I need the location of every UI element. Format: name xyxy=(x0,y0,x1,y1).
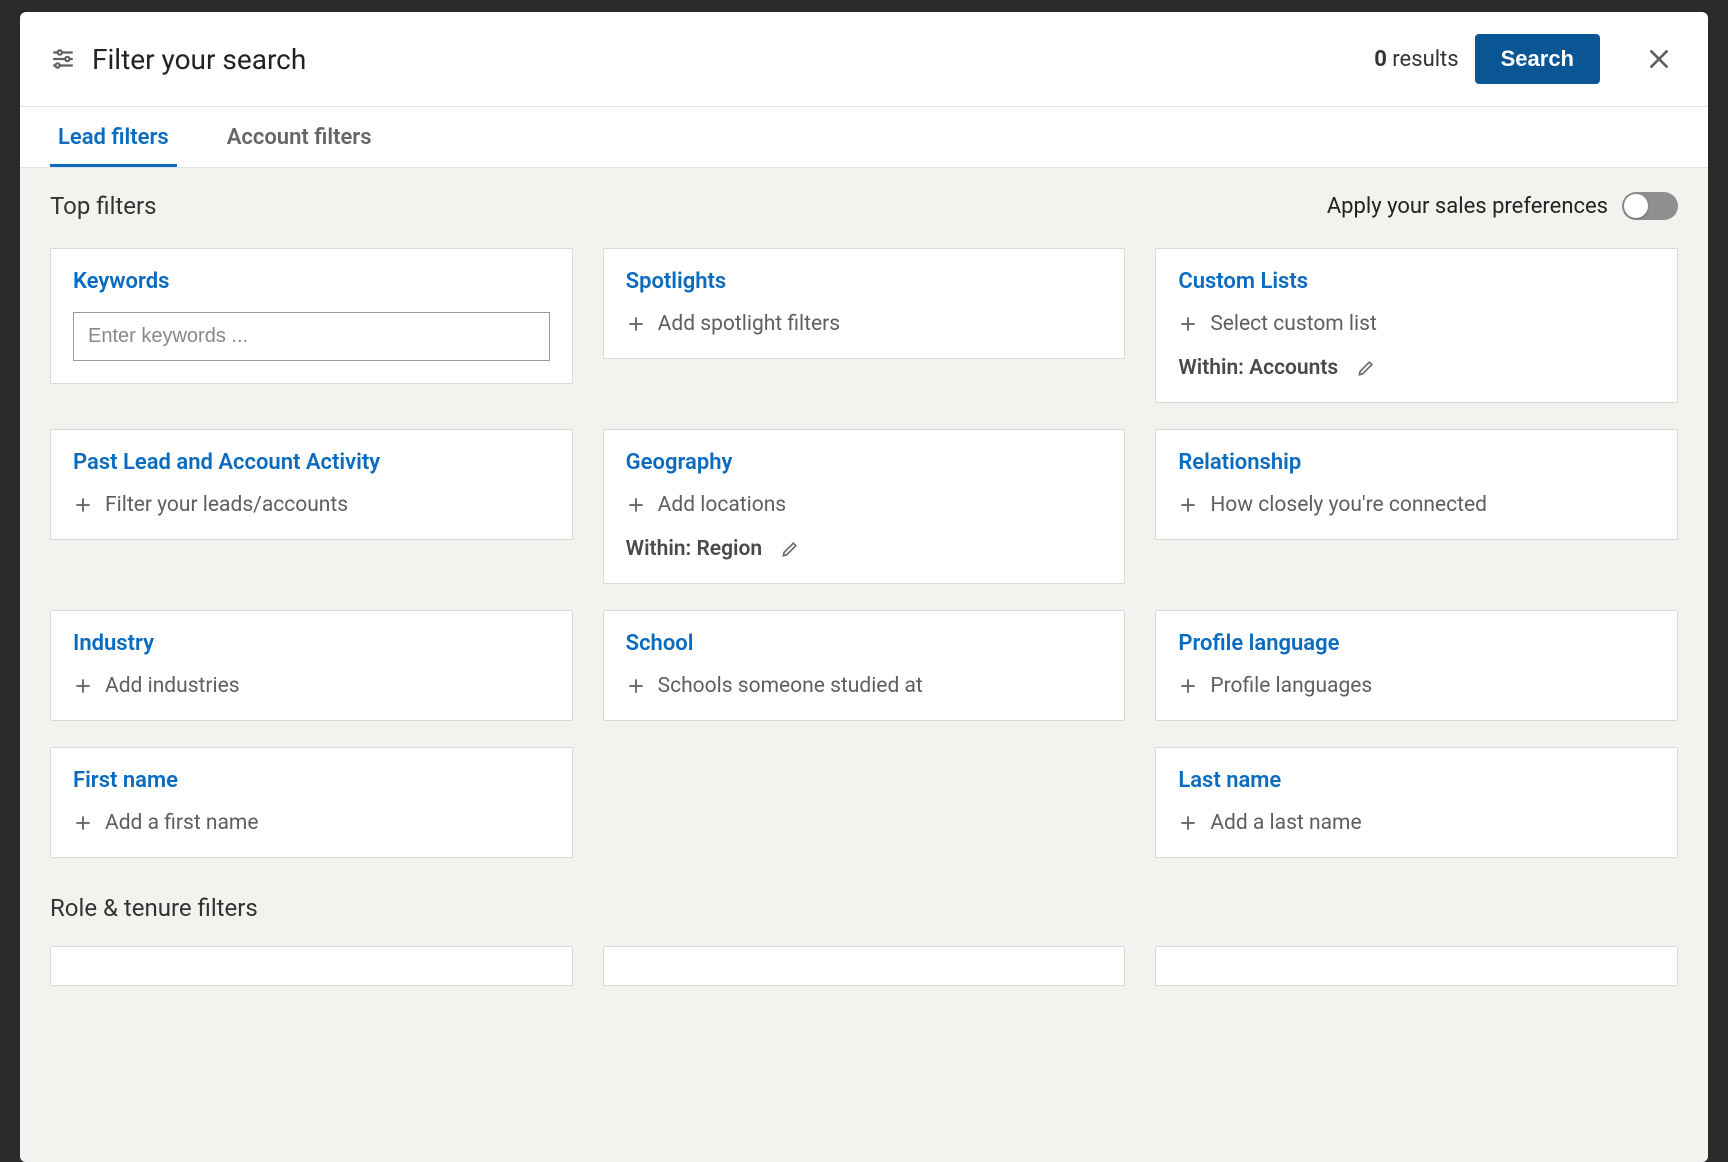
add-text: Add spotlight filters xyxy=(658,312,840,336)
plus-icon xyxy=(73,813,93,833)
results-count: 0 results xyxy=(1374,47,1458,72)
add-text: Profile languages xyxy=(1210,674,1372,698)
filter-tabs: Lead filters Account filters xyxy=(20,107,1708,168)
filter-card-keywords: Keywords xyxy=(50,248,573,384)
filter-card-placeholder xyxy=(1155,946,1678,986)
card-title: Industry xyxy=(73,631,550,656)
sales-preferences-label: Apply your sales preferences xyxy=(1327,194,1608,219)
modal-header: Filter your search 0 results Search xyxy=(20,12,1708,107)
filter-card-profile-language: Profile language Profile languages xyxy=(1155,610,1678,721)
select-custom-list[interactable]: Select custom list xyxy=(1178,312,1655,336)
add-industries[interactable]: Add industries xyxy=(73,674,550,698)
add-spotlight-filters[interactable]: Add spotlight filters xyxy=(626,312,1103,336)
add-text: How closely you're connected xyxy=(1210,493,1487,517)
filter-card-past-activity: Past Lead and Account Activity Filter yo… xyxy=(50,429,573,540)
plus-icon xyxy=(1178,813,1198,833)
close-button[interactable] xyxy=(1640,40,1678,78)
card-title: Profile language xyxy=(1178,631,1655,656)
add-text: Select custom list xyxy=(1210,312,1377,336)
filter-card-industry: Industry Add industries xyxy=(50,610,573,721)
add-text: Add locations xyxy=(658,493,786,517)
add-locations[interactable]: Add locations xyxy=(626,493,1103,517)
plus-icon xyxy=(73,495,93,515)
plus-icon xyxy=(73,676,93,696)
filter-card-custom-lists: Custom Lists Select custom list Within: … xyxy=(1155,248,1678,403)
add-profile-languages[interactable]: Profile languages xyxy=(1178,674,1655,698)
filter-card-placeholder xyxy=(50,946,573,986)
keywords-input[interactable] xyxy=(73,312,550,361)
modal-title: Filter your search xyxy=(92,43,306,76)
sales-preferences-toggle[interactable] xyxy=(1622,192,1678,220)
add-text: Add a last name xyxy=(1210,811,1361,835)
results-number: 0 xyxy=(1374,47,1387,72)
tab-account-filters[interactable]: Account filters xyxy=(219,107,380,167)
close-icon xyxy=(1646,46,1672,72)
edit-icon[interactable] xyxy=(780,539,800,559)
card-title: Keywords xyxy=(73,269,550,294)
filter-sliders-icon xyxy=(50,46,76,72)
add-schools[interactable]: Schools someone studied at xyxy=(626,674,1103,698)
filter-card-spotlights: Spotlights Add spotlight filters xyxy=(603,248,1126,359)
card-title: School xyxy=(626,631,1103,656)
add-text: Add industries xyxy=(105,674,240,698)
filter-leads-accounts[interactable]: Filter your leads/accounts xyxy=(73,493,550,517)
tab-lead-filters[interactable]: Lead filters xyxy=(50,107,177,167)
toggle-knob xyxy=(1624,194,1648,218)
add-first-name[interactable]: Add a first name xyxy=(73,811,550,835)
plus-icon xyxy=(626,314,646,334)
plus-icon xyxy=(1178,676,1198,696)
filter-card-school: School Schools someone studied at xyxy=(603,610,1126,721)
add-text: Add a first name xyxy=(105,811,258,835)
add-text: Schools someone studied at xyxy=(658,674,923,698)
filter-search-modal: Filter your search 0 results Search Lead… xyxy=(20,12,1708,1162)
filter-card-relationship: Relationship How closely you're connecte… xyxy=(1155,429,1678,540)
results-word: results xyxy=(1392,47,1458,72)
add-relationship[interactable]: How closely you're connected xyxy=(1178,493,1655,517)
edit-icon[interactable] xyxy=(1356,358,1376,378)
filter-card-first-name: First name Add a first name xyxy=(50,747,573,858)
filter-card-geography: Geography Add locations Within: Region xyxy=(603,429,1126,584)
plus-icon xyxy=(1178,495,1198,515)
section-title-role-tenure: Role & tenure filters xyxy=(50,894,1678,922)
card-title: Last name xyxy=(1178,768,1655,793)
plus-icon xyxy=(626,495,646,515)
add-text: Filter your leads/accounts xyxy=(105,493,348,517)
card-title: Geography xyxy=(626,450,1103,475)
filter-card-placeholder xyxy=(603,946,1126,986)
card-title: Spotlights xyxy=(626,269,1103,294)
section-title-top-filters: Top filters xyxy=(50,192,157,220)
add-last-name[interactable]: Add a last name xyxy=(1178,811,1655,835)
card-title: Past Lead and Account Activity xyxy=(73,450,550,475)
filter-card-last-name: Last name Add a last name xyxy=(1155,747,1678,858)
plus-icon xyxy=(626,676,646,696)
within-label: Within: Region xyxy=(626,537,762,561)
card-title: First name xyxy=(73,768,550,793)
card-title: Custom Lists xyxy=(1178,269,1655,294)
card-title: Relationship xyxy=(1178,450,1655,475)
search-button[interactable]: Search xyxy=(1475,34,1600,84)
plus-icon xyxy=(1178,314,1198,334)
within-label: Within: Accounts xyxy=(1178,356,1338,380)
filters-body: Top filters Apply your sales preferences… xyxy=(20,168,1708,1162)
